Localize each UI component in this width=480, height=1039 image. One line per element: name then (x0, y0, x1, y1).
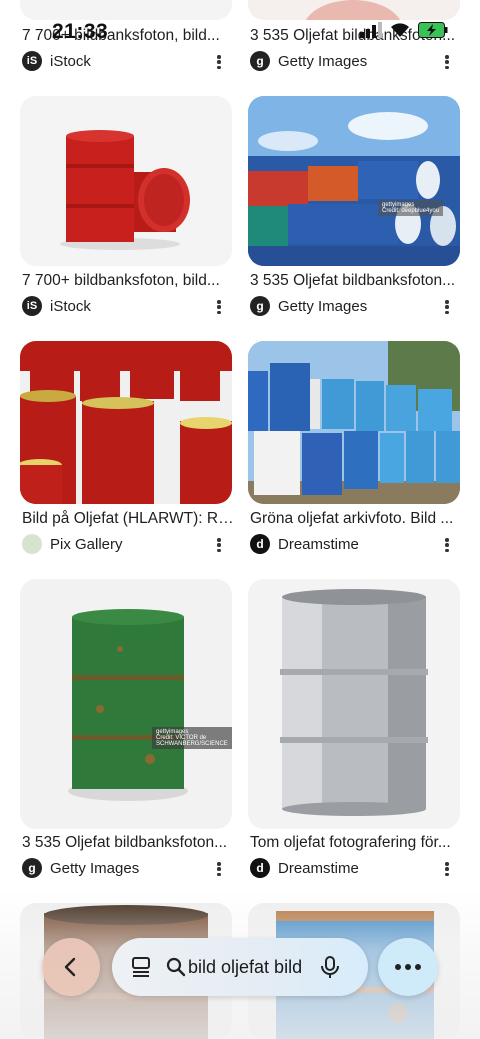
green-barrel-image (68, 609, 188, 801)
result-image[interactable] (248, 579, 460, 829)
search-pill[interactable]: bild oljefat bild (112, 938, 368, 996)
mic-icon[interactable] (320, 955, 340, 979)
more-horizontal-icon (395, 964, 421, 970)
getty-logo-icon: g (22, 858, 42, 878)
result-source[interactable]: d Dreamstime (250, 858, 359, 878)
dreamstime-logo-icon: d (250, 534, 270, 554)
result-source-label: Dreamstime (278, 859, 359, 877)
result-source[interactable]: g Getty Images (250, 51, 367, 71)
dreamstime-logo-icon: d (250, 858, 270, 878)
result-image[interactable] (20, 96, 232, 266)
signal-icon (360, 22, 382, 38)
result-source-label: Pix Gallery (50, 535, 123, 553)
result-source-label: Getty Images (50, 859, 140, 877)
getty-logo-icon: g (250, 296, 270, 316)
more-options-icon[interactable] (440, 298, 454, 316)
more-options-icon[interactable] (212, 298, 226, 316)
result-source-label: Getty Images (278, 52, 368, 70)
result-source-label: iStock (50, 52, 91, 70)
result-caption[interactable]: Tom oljefat fotografering för... (250, 834, 462, 852)
silver-barrel-image (280, 589, 428, 816)
result-source[interactable]: g Getty Images (22, 858, 139, 878)
battery-icon (418, 22, 448, 38)
result-source[interactable]: d Dreamstime (250, 534, 359, 554)
getty-watermark: gettyimages Credit: VICTOR de SCHWANBERG… (152, 727, 232, 749)
tabs-icon[interactable] (130, 956, 152, 978)
pix-gallery-logo-icon (22, 534, 42, 554)
chevron-left-icon (64, 957, 76, 977)
status-time: 21:33 (52, 20, 109, 43)
more-options-icon[interactable] (440, 53, 454, 71)
result-caption[interactable]: 3 535 Oljefat bildbanksfoton... (250, 272, 462, 290)
result-source-label: iStock (50, 297, 91, 315)
status-bar: 21:33 (0, 0, 480, 44)
search-query[interactable]: bild oljefat bild (188, 957, 302, 978)
status-icons (360, 22, 448, 38)
more-button[interactable] (378, 938, 438, 996)
result-source[interactable]: iS iStock (22, 296, 91, 316)
wifi-icon (391, 23, 409, 37)
result-source[interactable]: iS iStock (22, 51, 91, 71)
more-options-icon[interactable] (440, 860, 454, 878)
result-caption[interactable]: 7 700+ bildbanksfoton, bild... (22, 272, 234, 290)
search-icon (166, 957, 186, 977)
result-source-label: Dreamstime (278, 535, 359, 553)
red-barrels-image (60, 130, 190, 250)
result-caption[interactable]: 3 535 Oljefat bildbanksfoton... (22, 834, 234, 852)
result-image[interactable] (248, 341, 460, 504)
result-source-label: Getty Images (278, 297, 368, 315)
result-source[interactable]: g Getty Images (250, 296, 367, 316)
more-options-icon[interactable] (212, 860, 226, 878)
blue-barrels-image (248, 96, 460, 266)
blue-white-barrels-image (248, 341, 460, 504)
more-options-icon[interactable] (440, 536, 454, 554)
result-source[interactable]: Pix Gallery (22, 534, 123, 554)
result-image[interactable] (20, 341, 232, 504)
istock-logo-icon: iS (22, 296, 42, 316)
result-caption[interactable]: Gröna oljefat arkivfoto. Bild ... (250, 510, 462, 528)
getty-logo-icon: g (250, 51, 270, 71)
result-image[interactable]: gettyimages Credit: VICTOR de SCHWANBERG… (20, 579, 232, 829)
getty-watermark: gettyimages Credit: deepblue4you (378, 200, 444, 216)
more-options-icon[interactable] (212, 536, 226, 554)
istock-logo-icon: iS (22, 51, 42, 71)
many-red-barrels-image (20, 341, 232, 504)
bottom-bar: bild oljefat bild (0, 935, 480, 1001)
result-image[interactable]: gettyimages Credit: deepblue4you (248, 96, 460, 266)
more-options-icon[interactable] (212, 53, 226, 71)
back-button[interactable] (42, 938, 100, 996)
result-caption[interactable]: Bild på Oljefat (HLARWT): Ri... (22, 510, 234, 528)
